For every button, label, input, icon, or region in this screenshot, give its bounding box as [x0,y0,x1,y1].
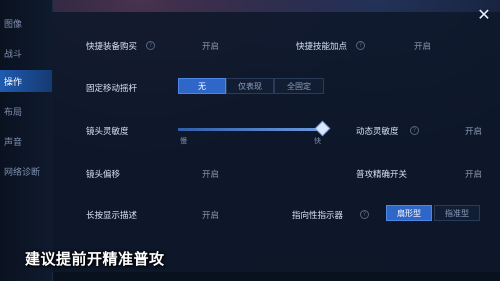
sidebar-item-network[interactable]: 网络诊断 [0,160,52,182]
precise-attack-label: 普攻精确开关 [356,170,408,180]
sidebar-item-battle[interactable]: 战斗 [0,42,52,64]
sidebar-item-label: 布局 [4,107,23,118]
close-icon: ✕ [477,5,491,24]
joystick-option-none[interactable]: 无 [178,78,226,94]
sidebar-item-label: 声音 [4,137,23,148]
help-icon[interactable]: ? [410,126,419,135]
indicator-option-fan[interactable]: 扇形型 [386,205,432,221]
fixed-joystick-label: 固定移动摇杆 [86,84,138,94]
dynamic-sensitivity-toggle[interactable]: 开启 [465,125,482,137]
camera-sensitivity-label: 镜头灵敏度 [86,127,129,137]
sidebar-item-label: 战斗 [4,49,23,60]
help-icon[interactable]: ? [356,41,365,50]
close-button[interactable]: ✕ [474,5,494,25]
long-press-desc-toggle[interactable]: 开启 [202,209,219,221]
quick-skill-label: 快捷技能加点 [296,42,348,52]
quick-skill-toggle[interactable]: 开启 [414,40,431,52]
help-icon[interactable]: ? [146,41,155,50]
sidebar-item-graphics[interactable]: 图像 [0,12,52,34]
sidebar-item-controls[interactable]: 操作 [0,70,52,92]
quick-buy-label: 快捷装备购买 [86,42,138,52]
sidebar-item-label: 网络诊断 [4,167,41,178]
joystick-option-visual[interactable]: 仅表现 [226,78,274,94]
slider-max-label: 快 [314,137,321,145]
slider-min-label: 慢 [180,137,187,145]
joystick-option-fixed[interactable]: 全固定 [274,78,324,94]
camera-offset-toggle[interactable]: 开启 [202,168,219,180]
sidebar-item-sound[interactable]: 声音 [0,130,52,152]
long-press-desc-label: 长按显示描述 [86,211,138,221]
dynamic-sensitivity-label: 动态灵敏度 [356,127,399,137]
indicator-option-aim[interactable]: 指准型 [434,205,480,221]
precise-attack-toggle[interactable]: 开启 [465,168,482,180]
direction-indicator-label: 指向性指示器 [292,211,344,221]
help-icon[interactable]: ? [360,210,369,219]
quick-buy-toggle[interactable]: 开启 [202,40,219,52]
settings-sidebar: 图像 战斗 操作 布局 声音 网络诊断 [0,0,53,281]
sidebar-item-label: 图像 [4,19,23,30]
camera-sensitivity-slider[interactable] [178,128,326,131]
sidebar-item-label: 操作 [4,77,23,88]
sidebar-item-layout[interactable]: 布局 [0,100,52,122]
camera-offset-label: 镜头偏移 [86,170,121,180]
subtitle-caption: 建议提前开精准普攻 [25,250,165,268]
